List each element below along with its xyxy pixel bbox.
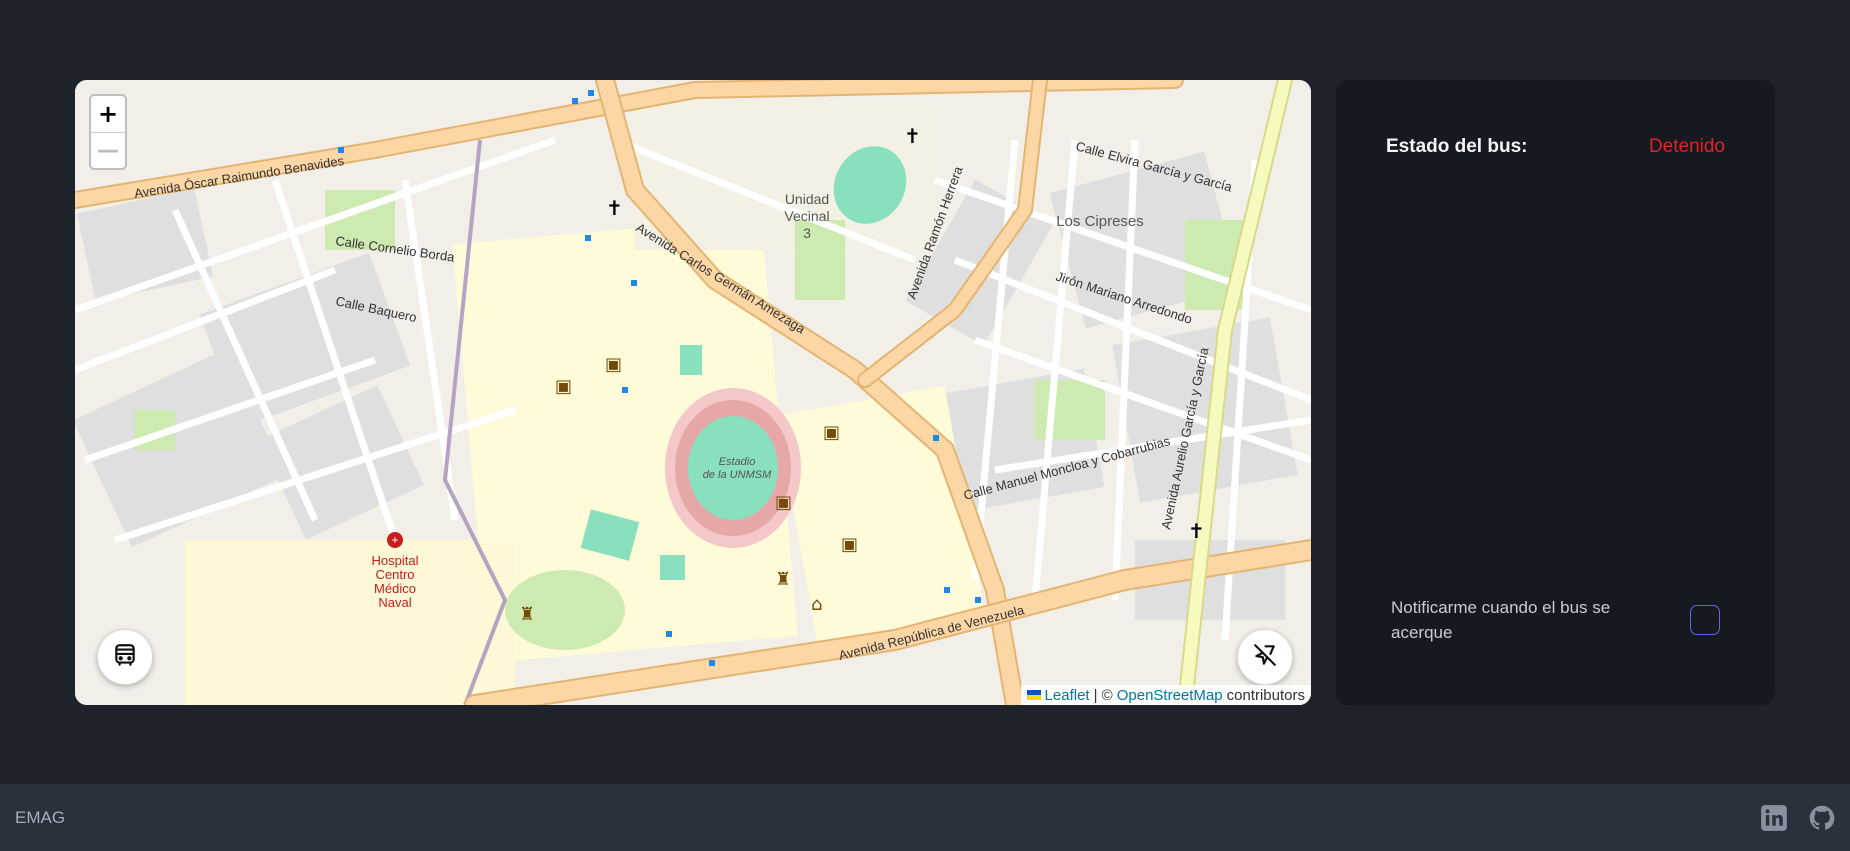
zoom-out-button[interactable]: — (91, 131, 125, 169)
svg-text:Vecinal: Vecinal (784, 208, 829, 224)
github-icon[interactable] (1808, 804, 1836, 832)
notify-checkbox[interactable] (1690, 605, 1720, 635)
map-container[interactable]: Avenida Óscar Raimundo Benavides Avenida… (75, 80, 1311, 705)
bus-icon (112, 642, 138, 673)
attribution-separator: | © (1093, 686, 1113, 704)
svg-text:Unidad: Unidad (785, 191, 829, 207)
locate-button[interactable] (1237, 629, 1293, 685)
svg-text:✝: ✝ (1188, 519, 1205, 543)
svg-text:▣: ▣ (775, 492, 792, 513)
map-tiles[interactable]: Avenida Óscar Raimundo Benavides Avenida… (75, 80, 1311, 705)
svg-text:Los Cipreses: Los Cipreses (1056, 213, 1144, 230)
attribution-contributors: contributors (1226, 686, 1305, 704)
center-bus-button[interactable] (97, 629, 153, 685)
svg-text:Centro: Centro (375, 567, 414, 582)
linkedin-icon[interactable] (1760, 804, 1788, 832)
svg-text:♜: ♜ (775, 569, 791, 590)
notify-row: Notificarme cuando el bus se acerque (1391, 595, 1720, 645)
svg-text:Naval: Naval (378, 595, 411, 610)
svg-text:Hospital: Hospital (372, 553, 419, 568)
footer-social-links (1760, 804, 1836, 832)
status-row: Estado del bus: Detenido (1386, 136, 1725, 158)
status-label: Estado del bus: (1386, 136, 1528, 157)
svg-text:+: + (391, 533, 398, 547)
zoom-control: + — (89, 94, 127, 170)
openstreetmap-link[interactable]: OpenStreetMap (1117, 687, 1223, 704)
map-attribution: Leaflet | © OpenStreetMap contributors (1020, 685, 1311, 705)
bus-status-panel: Estado del bus: Detenido Notificarme cua… (1336, 80, 1775, 705)
status-value: Detenido (1648, 136, 1725, 157)
svg-text:▣: ▣ (823, 422, 840, 443)
svg-text:▣: ▣ (555, 376, 572, 397)
leaflet-link[interactable]: Leaflet (1045, 687, 1090, 704)
footer: EMAG (0, 784, 1850, 851)
svg-text:Estadio: Estadio (719, 456, 756, 468)
ukraine-flag-icon (1026, 690, 1041, 700)
svg-text:⌂: ⌂ (811, 594, 822, 615)
svg-text:de la UNMSM: de la UNMSM (703, 469, 772, 481)
svg-text:♜: ♜ (519, 604, 535, 625)
svg-text:▣: ▣ (841, 534, 858, 555)
footer-brand: EMAG (15, 807, 66, 827)
svg-text:3: 3 (803, 225, 811, 241)
notify-label: Notificarme cuando el bus se acerque (1391, 598, 1611, 642)
main-area: Avenida Óscar Raimundo Benavides Avenida… (0, 0, 1850, 784)
zoom-in-button[interactable]: + (91, 96, 125, 132)
svg-text:▣: ▣ (605, 354, 622, 375)
location-off-icon (1252, 642, 1278, 673)
svg-text:✝: ✝ (606, 196, 623, 220)
svg-text:✝: ✝ (904, 124, 921, 148)
svg-text:Médico: Médico (374, 581, 416, 596)
